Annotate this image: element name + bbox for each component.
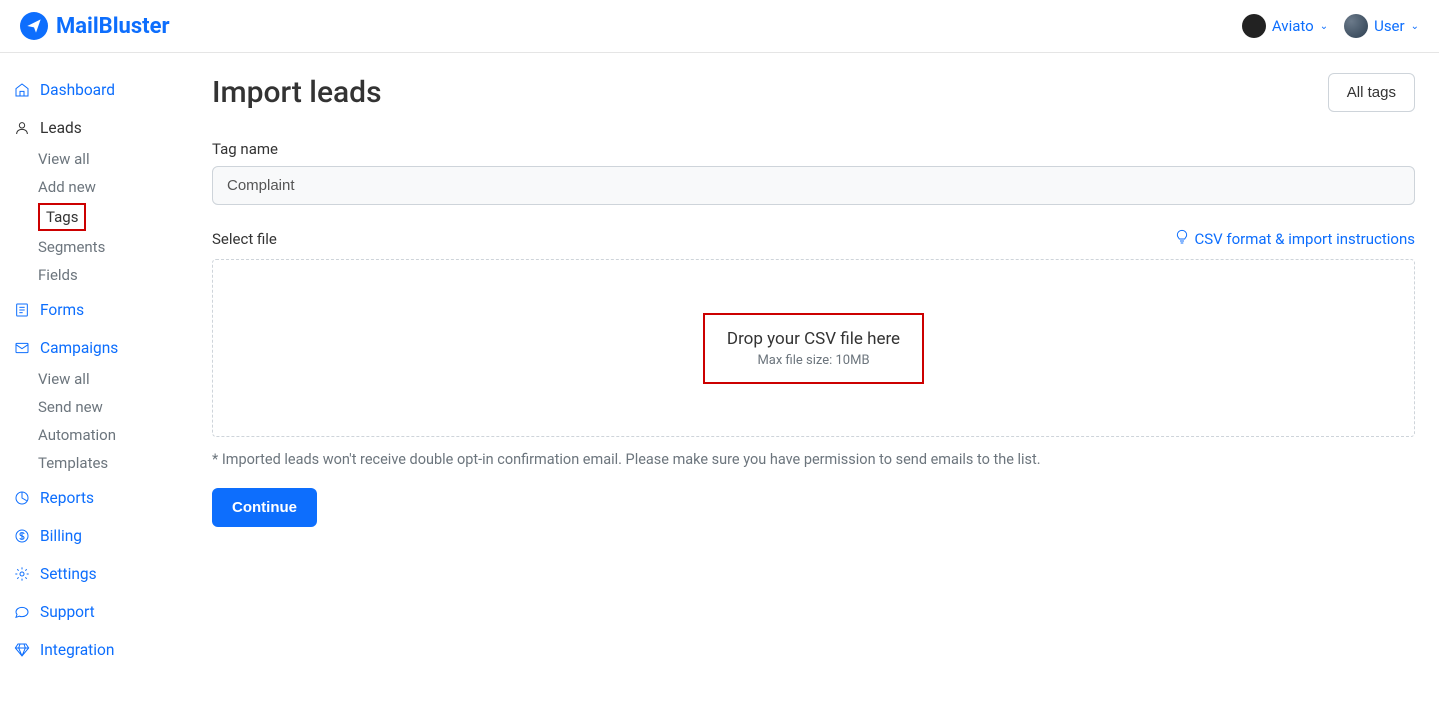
envelope-icon [14,340,30,356]
import-note: * Imported leads won't receive double op… [212,451,1415,468]
page-header: Import leads All tags [212,73,1415,112]
sidebar-label: Campaigns [40,339,118,357]
diamond-icon [14,642,30,658]
lightbulb-icon [1174,229,1190,249]
sidebar-item-view-all[interactable]: View all [38,365,176,393]
sidebar-item-segments[interactable]: Segments [38,233,176,261]
user-menu[interactable]: User ⌄ [1344,14,1419,38]
form-icon [14,302,30,318]
sidebar-item-reports[interactable]: Reports [12,481,176,515]
select-file-label: Select file [212,230,277,248]
sidebar-item-add-new[interactable]: Add new [38,173,176,201]
sidebar-item-view-all[interactable]: View all [38,145,176,173]
sidebar-label: Leads [40,119,82,137]
user-name: User [1374,17,1405,35]
sidebar-item-support[interactable]: Support [12,595,176,629]
sidebar-label: Integration [40,641,114,659]
main-content: Import leads All tags Tag name Select fi… [188,53,1439,691]
user-avatar [1344,14,1368,38]
brand-name: MailBluster [56,14,170,39]
drop-text: Drop your CSV file here [727,329,900,349]
sidebar-label: Forms [40,301,84,319]
pie-chart-icon [14,490,30,506]
max-size-text: Max file size: 10MB [727,353,900,368]
all-tags-button[interactable]: All tags [1328,73,1415,112]
dropzone-highlight: Drop your CSV file here Max file size: 1… [703,313,924,384]
select-file-row: Select file CSV format & import instruct… [212,229,1415,249]
csv-format-link[interactable]: CSV format & import instructions [1174,229,1415,249]
sidebar-item-integration[interactable]: Integration [12,633,176,667]
dollar-icon [14,528,30,544]
paper-plane-icon [20,12,48,40]
sidebar-item-campaigns[interactable]: Campaigns [12,331,176,365]
brand-logo[interactable]: MailBluster [20,12,170,40]
header-right: Aviato ⌄ User ⌄ [1242,14,1419,38]
sidebar-item-send-new[interactable]: Send new [38,393,176,421]
continue-button[interactable]: Continue [212,488,317,527]
workspace-name: Aviato [1272,17,1314,35]
workspace-selector[interactable]: Aviato ⌄ [1242,14,1328,38]
sidebar-label: Reports [40,489,94,507]
chat-icon [14,604,30,620]
csv-link-text: CSV format & import instructions [1194,230,1415,248]
sidebar: Dashboard Leads View all Add new Tags Se… [0,53,188,691]
sidebar-label: Support [40,603,95,621]
sidebar-subnav-leads: View all Add new Tags Segments Fields [12,145,176,289]
chevron-down-icon: ⌄ [1411,21,1419,32]
tag-name-label: Tag name [212,140,1415,158]
workspace-avatar [1242,14,1266,38]
sidebar-item-billing[interactable]: Billing [12,519,176,553]
sidebar-item-fields[interactable]: Fields [38,261,176,289]
sidebar-item-templates[interactable]: Templates [38,449,176,477]
sidebar-label: Dashboard [40,81,115,99]
user-icon [14,120,30,136]
header: MailBluster Aviato ⌄ User ⌄ [0,0,1439,53]
sidebar-label: Settings [40,565,97,583]
sidebar-item-tags[interactable]: Tags [38,203,86,231]
tag-name-input[interactable] [212,166,1415,205]
page-title: Import leads [212,75,382,110]
sidebar-label: Billing [40,527,82,545]
chevron-down-icon: ⌄ [1320,21,1328,32]
sidebar-item-automation[interactable]: Automation [38,421,176,449]
gear-icon [14,566,30,582]
sidebar-subnav-campaigns: View all Send new Automation Templates [12,365,176,477]
home-icon [14,82,30,98]
file-dropzone[interactable]: Drop your CSV file here Max file size: 1… [212,259,1415,437]
sidebar-item-leads[interactable]: Leads [12,111,176,145]
layout: Dashboard Leads View all Add new Tags Se… [0,53,1439,691]
sidebar-item-forms[interactable]: Forms [12,293,176,327]
sidebar-item-dashboard[interactable]: Dashboard [12,73,176,107]
sidebar-item-settings[interactable]: Settings [12,557,176,591]
